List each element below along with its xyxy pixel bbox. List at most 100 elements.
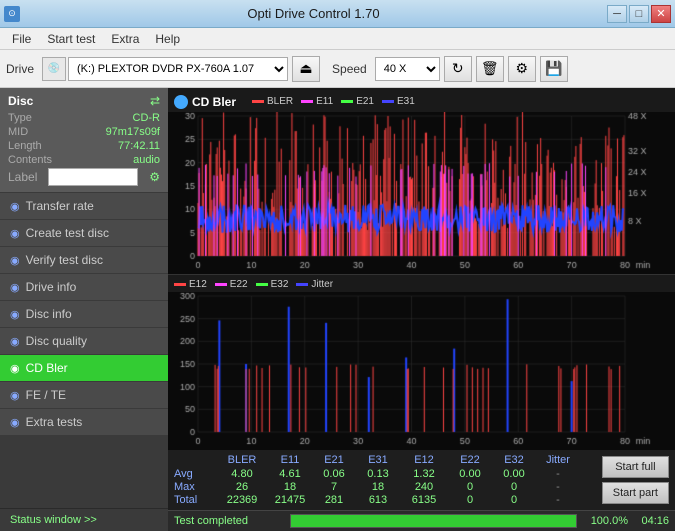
menubar: File Start test Extra Help <box>0 28 675 50</box>
refresh-button[interactable]: ↻ <box>444 56 472 82</box>
restore-button[interactable]: □ <box>629 5 649 23</box>
sidebar-item-fe-te[interactable]: ◉ FE / TE <box>0 382 168 409</box>
disc-contents-value: audio <box>133 154 160 166</box>
verify-test-disc-icon: ◉ <box>10 254 20 267</box>
status-window-button[interactable]: Status window >> <box>0 508 168 531</box>
row-total-e11: 21475 <box>268 494 312 506</box>
col-header-e31: E31 <box>356 454 400 466</box>
row-avg-label: Avg <box>174 468 216 480</box>
sidebar-item-label: Drive info <box>26 280 77 294</box>
titlebar: ⊙ Opti Drive Control 1.70 ─ □ ✕ <box>0 0 675 28</box>
legend-e21: E21 <box>341 96 374 107</box>
data-row-max: Max 26 18 7 18 240 0 0 - <box>174 481 596 493</box>
legend-e31: E31 <box>382 96 415 107</box>
data-row-avg: Avg 4.80 4.61 0.06 0.13 1.32 0.00 0.00 - <box>174 468 596 480</box>
row-avg-jitter: - <box>536 468 580 480</box>
create-test-disc-icon: ◉ <box>10 227 20 240</box>
legend-jitter: Jitter <box>296 279 333 290</box>
extra-tests-icon: ◉ <box>10 416 20 429</box>
cd-bler-icon: ◉ <box>10 362 20 375</box>
sidebar-item-verify-test-disc[interactable]: ◉ Verify test disc <box>0 247 168 274</box>
row-avg-e31: 0.13 <box>356 468 400 480</box>
erase-button[interactable]: 🗑 <box>476 56 504 82</box>
row-max-e32: 0 <box>492 481 536 493</box>
disc-contents-label: Contents <box>8 154 52 166</box>
disc-arrow-button[interactable]: ⇄ <box>150 94 160 108</box>
row-avg-e22: 0.00 <box>448 468 492 480</box>
main-layout: Disc ⇄ Type CD-R MID 97m17s09f Length 77… <box>0 88 675 531</box>
row-total-bler: 22369 <box>216 494 268 506</box>
settings-button[interactable]: ⚙ <box>508 56 536 82</box>
sidebar-item-transfer-rate[interactable]: ◉ Transfer rate <box>0 193 168 220</box>
sidebar-item-drive-info[interactable]: ◉ Drive info <box>0 274 168 301</box>
disc-length-value: 77:42.11 <box>118 140 160 152</box>
start-full-button[interactable]: Start full <box>602 456 669 478</box>
content-area: CD Bler BLER E11 E21 <box>168 88 675 531</box>
drive-select[interactable]: (K:) PLEXTOR DVDR PX-760A 1.07 <box>68 57 288 81</box>
sidebar-item-label: Transfer rate <box>26 199 94 213</box>
data-section: BLER E11 E21 E31 E12 E22 E32 Jitter Avg … <box>168 450 675 510</box>
row-max-label: Max <box>174 481 216 493</box>
legend-bler: BLER <box>252 96 293 107</box>
sidebar-item-disc-info[interactable]: ◉ Disc info <box>0 301 168 328</box>
menu-extra[interactable]: Extra <box>103 30 147 48</box>
row-total-e32: 0 <box>492 494 536 506</box>
row-avg-e32: 0.00 <box>492 468 536 480</box>
chart1-legend: BLER E11 E21 E31 <box>246 96 421 109</box>
sidebar-item-label: FE / TE <box>26 388 66 402</box>
row-max-e11: 18 <box>268 481 312 493</box>
sidebar-item-cd-bler[interactable]: ◉ CD Bler <box>0 355 168 382</box>
legend-e11: E11 <box>301 96 333 107</box>
gear-icon[interactable]: ⚙ <box>149 170 160 184</box>
eject-button[interactable]: ⏏ <box>292 56 320 82</box>
menu-start-test[interactable]: Start test <box>39 30 103 48</box>
data-table-header: BLER E11 E21 E31 E12 E22 E32 Jitter <box>174 454 596 466</box>
chart-cd-bler: CD Bler BLER E11 E21 <box>168 88 675 275</box>
col-header-e22: E22 <box>448 454 492 466</box>
row-max-e12: 240 <box>400 481 448 493</box>
start-part-button[interactable]: Start part <box>602 482 669 504</box>
row-max-e21: 7 <box>312 481 356 493</box>
titlebar-left: ⊙ <box>4 6 20 22</box>
row-avg-e11: 4.61 <box>268 468 312 480</box>
chart1-title-bar: CD Bler BLER E11 E21 <box>168 92 675 112</box>
fe-te-icon: ◉ <box>10 389 20 402</box>
disc-header: Disc ⇄ <box>8 94 160 108</box>
status-bar: Test completed 100.0% 04:16 <box>168 510 675 531</box>
sidebar-item-disc-quality[interactable]: ◉ Disc quality <box>0 328 168 355</box>
row-avg-e12: 1.32 <box>400 468 448 480</box>
menu-help[interactable]: Help <box>147 30 188 48</box>
row-max-jitter: - <box>536 481 580 493</box>
disc-title: Disc <box>8 94 33 108</box>
col-header-e11: E11 <box>268 454 312 466</box>
disc-contents-row: Contents audio <box>8 154 160 166</box>
disc-mid-row: MID 97m17s09f <box>8 126 160 138</box>
progress-percent: 100.0% <box>583 515 628 527</box>
action-buttons: Start full Start part <box>596 454 669 506</box>
sidebar-item-label: Disc info <box>26 307 72 321</box>
transfer-rate-icon: ◉ <box>10 200 20 213</box>
sidebar-item-label: CD Bler <box>26 361 68 375</box>
speed-select[interactable]: 40 X <box>375 57 440 81</box>
sidebar-item-create-test-disc[interactable]: ◉ Create test disc <box>0 220 168 247</box>
menu-file[interactable]: File <box>4 30 39 48</box>
progress-bar-container <box>290 514 577 528</box>
sidebar: Disc ⇄ Type CD-R MID 97m17s09f Length 77… <box>0 88 168 531</box>
close-button[interactable]: ✕ <box>651 5 671 23</box>
disc-panel: Disc ⇄ Type CD-R MID 97m17s09f Length 77… <box>0 88 168 193</box>
toolbar: Drive 💿 (K:) PLEXTOR DVDR PX-760A 1.07 ⏏… <box>0 50 675 88</box>
data-table: BLER E11 E21 E31 E12 E22 E32 Jitter Avg … <box>174 454 596 506</box>
progress-bar <box>291 515 576 527</box>
minimize-button[interactable]: ─ <box>607 5 627 23</box>
save-button[interactable]: 💾 <box>540 56 568 82</box>
chart1-canvas <box>168 112 675 274</box>
disc-label-label: Label <box>8 170 37 184</box>
sidebar-item-label: Extra tests <box>26 415 83 429</box>
drive-selector: 💿 (K:) PLEXTOR DVDR PX-760A 1.07 <box>42 57 288 81</box>
sidebar-item-extra-tests[interactable]: ◉ Extra tests <box>0 409 168 436</box>
row-total-e31: 613 <box>356 494 400 506</box>
disc-label-input[interactable] <box>48 168 138 186</box>
row-avg-bler: 4.80 <box>216 468 268 480</box>
drive-label: Drive <box>6 62 34 76</box>
sidebar-item-label: Create test disc <box>26 226 109 240</box>
